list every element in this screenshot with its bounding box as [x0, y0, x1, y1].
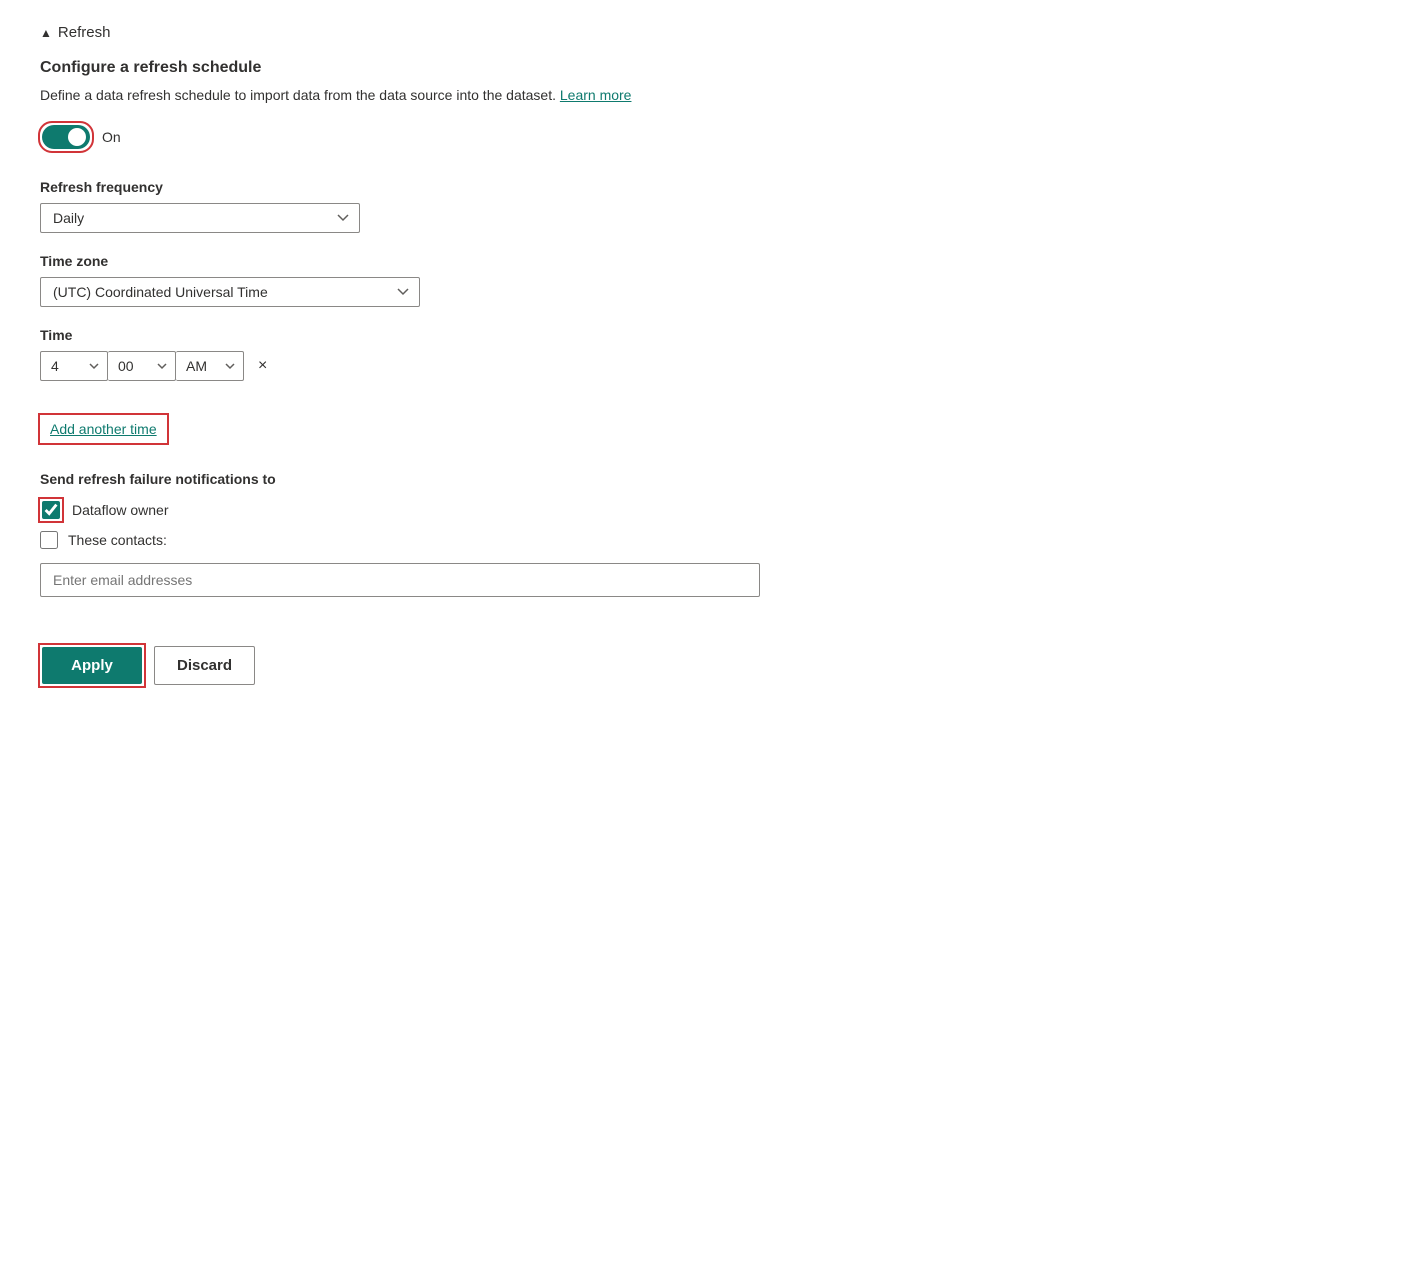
minute-select[interactable]: 00153045 [108, 351, 176, 381]
section-header: ▲ Refresh [40, 24, 1363, 41]
apply-button[interactable]: Apply [42, 647, 142, 684]
hour-select[interactable]: 1234 5678 9101112 [40, 351, 108, 381]
triangle-icon: ▲ [40, 26, 52, 40]
timezone-select[interactable]: (UTC) Coordinated Universal Time (UTC-05… [40, 277, 420, 307]
toggle-row: On [40, 123, 1363, 151]
time-field-group: Time 1234 5678 9101112 00153045 AMPM × [40, 327, 1363, 381]
frequency-select[interactable]: Daily Weekly Monthly [40, 203, 360, 233]
learn-more-link[interactable]: Learn more [560, 87, 632, 103]
timezone-field-group: Time zone (UTC) Coordinated Universal Ti… [40, 253, 1363, 307]
frequency-field-group: Refresh frequency Daily Weekly Monthly [40, 179, 1363, 233]
section-title: Refresh [58, 24, 111, 41]
notifications-group: Send refresh failure notifications to Da… [40, 471, 1363, 625]
dataflow-owner-label: Dataflow owner [72, 502, 169, 518]
timezone-label: Time zone [40, 253, 1363, 269]
notifications-label: Send refresh failure notifications to [40, 471, 1363, 487]
button-row: Apply Discard [40, 645, 1363, 686]
refresh-toggle[interactable] [42, 125, 90, 149]
config-title: Configure a refresh schedule [40, 59, 1363, 77]
these-contacts-label: These contacts: [68, 532, 167, 548]
description: Define a data refresh schedule to import… [40, 87, 1363, 103]
apply-button-wrapper: Apply [40, 645, 144, 686]
these-contacts-checkbox[interactable] [40, 531, 58, 549]
dataflow-owner-row: Dataflow owner [40, 499, 1363, 521]
frequency-label: Refresh frequency [40, 179, 1363, 195]
email-input[interactable] [40, 563, 760, 597]
time-label: Time [40, 327, 1363, 343]
dataflow-owner-checkbox[interactable] [42, 501, 60, 519]
ampm-select[interactable]: AMPM [176, 351, 244, 381]
time-row: 1234 5678 9101112 00153045 AMPM × [40, 351, 1363, 381]
toggle-wrapper [40, 123, 92, 151]
discard-button[interactable]: Discard [154, 646, 255, 685]
toggle-label: On [102, 129, 121, 145]
dataflow-owner-checkbox-wrapper [40, 499, 62, 521]
add-another-time-link[interactable]: Add another time [40, 415, 167, 443]
remove-time-button[interactable]: × [252, 355, 273, 377]
these-contacts-row: These contacts: [40, 531, 1363, 549]
